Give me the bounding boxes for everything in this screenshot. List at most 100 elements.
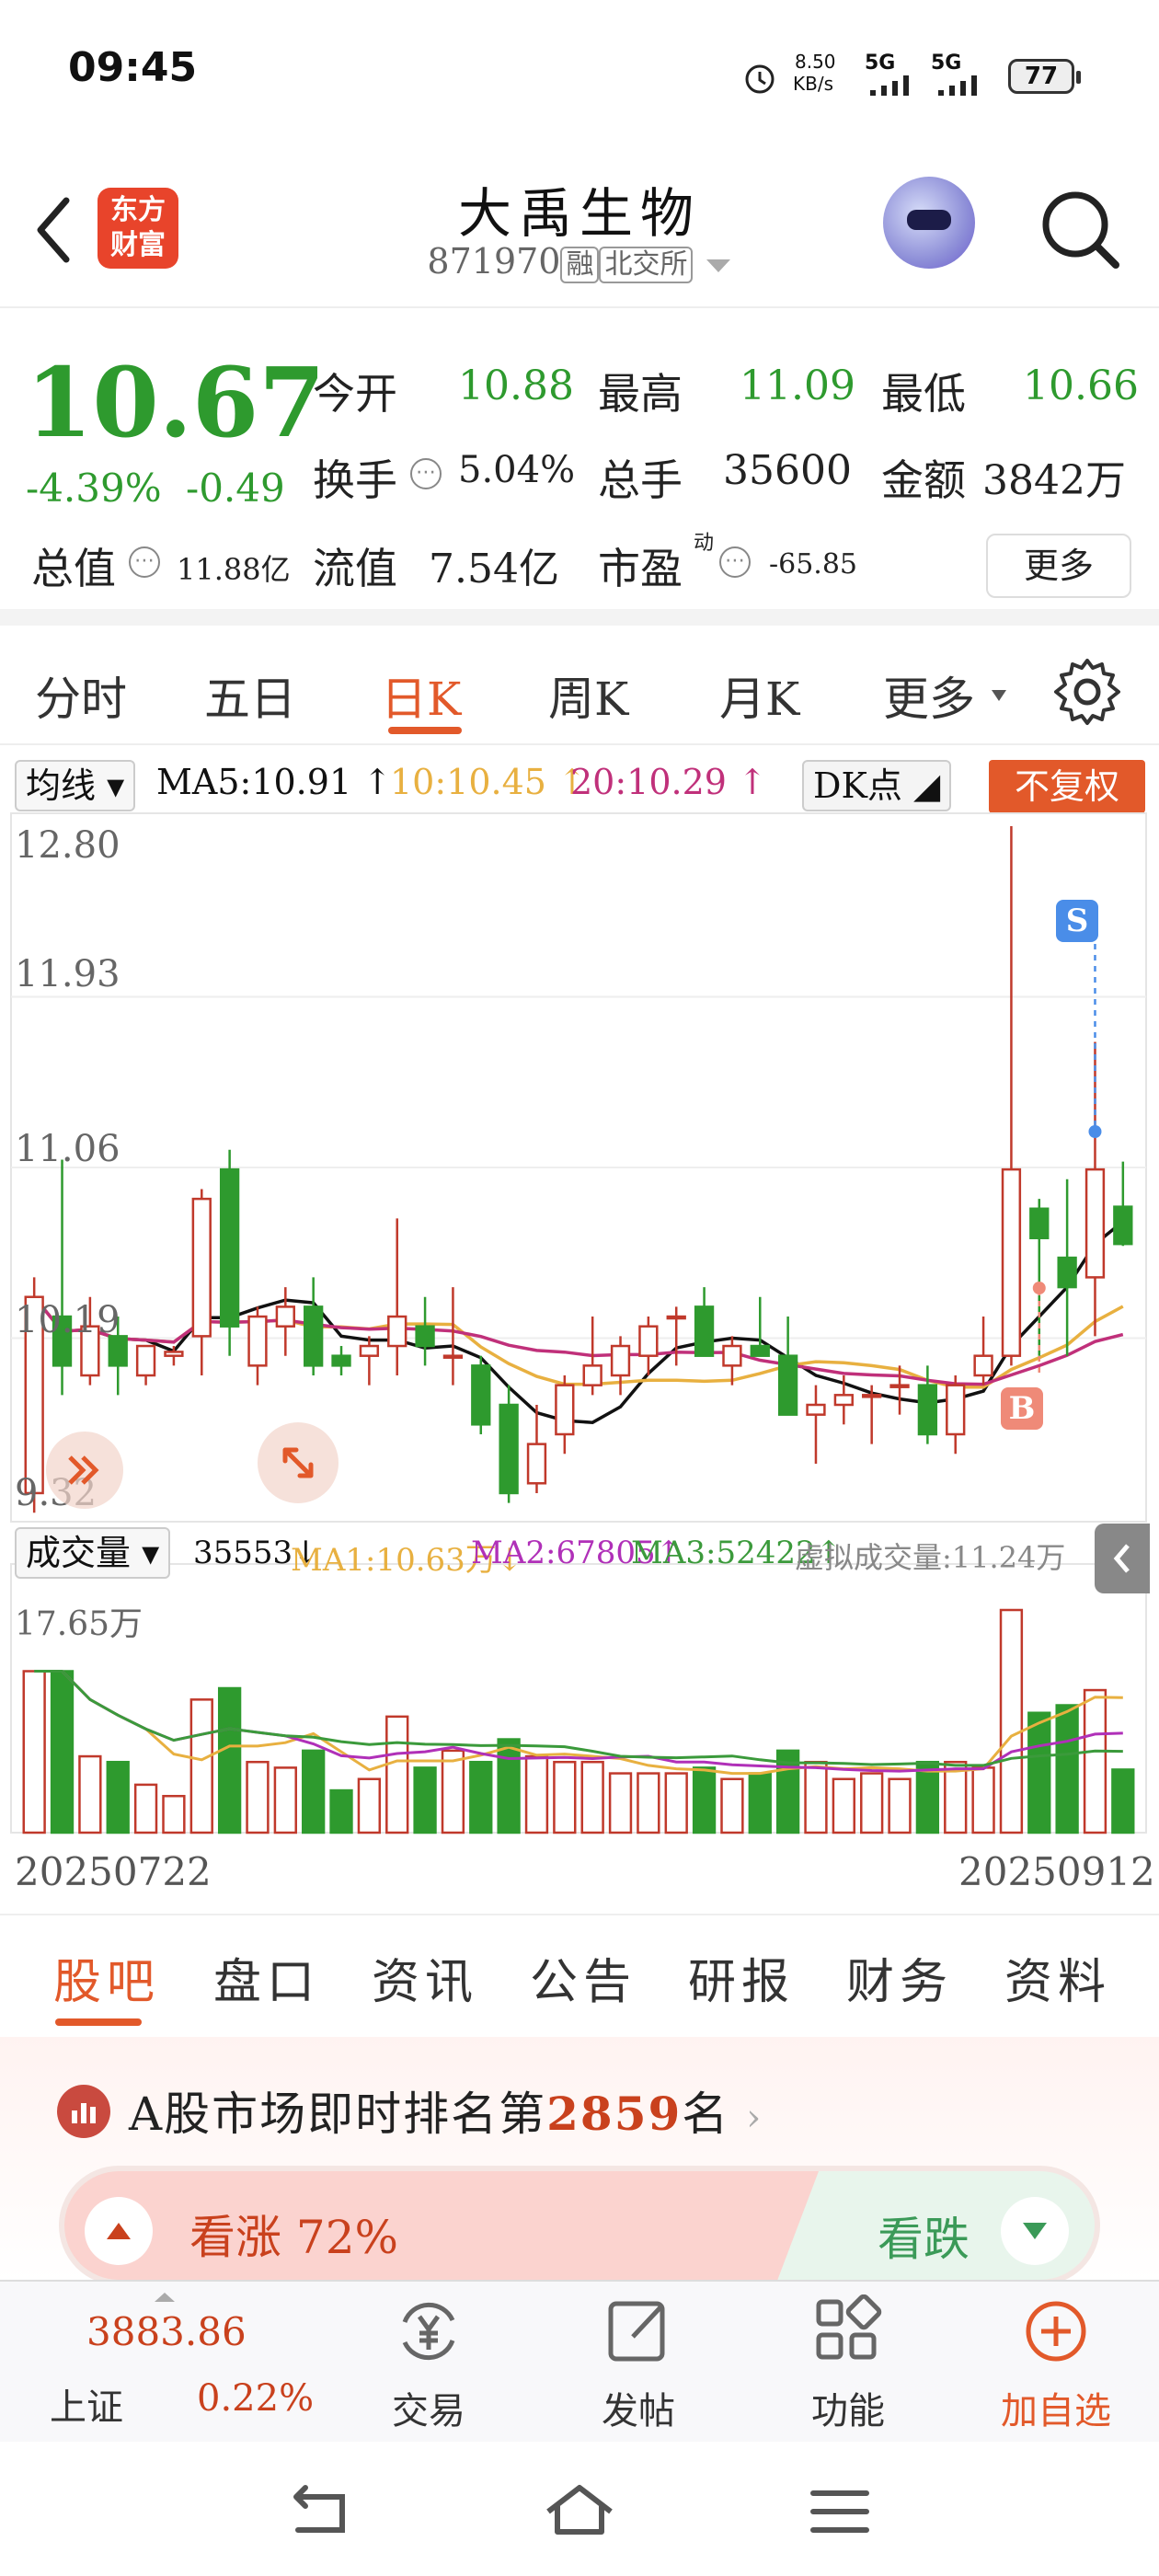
battery-indicator: 77	[1008, 59, 1081, 94]
volume-bar	[217, 1686, 242, 1834]
expand-left-button[interactable]	[46, 1432, 123, 1509]
info-icon[interactable]: ⋯	[719, 546, 751, 578]
mktcap-label: 总值	[31, 544, 116, 593]
volume-bar	[273, 1766, 297, 1834]
tab-announcements[interactable]: 公告	[530, 1943, 637, 2012]
volume-bar	[580, 1760, 604, 1834]
candle-body	[1084, 1167, 1106, 1279]
alarm-icon	[745, 64, 775, 94]
stock-name: 大禹生物	[457, 182, 701, 245]
buy-signal[interactable]: B	[1001, 1387, 1043, 1430]
expand-arrows-icon	[282, 1447, 314, 1478]
tab-more[interactable]: 更多	[883, 662, 975, 729]
tab-news[interactable]: 资讯	[372, 1943, 478, 2012]
price-axis-label: 10.19	[15, 1299, 120, 1341]
tab-orderbook[interactable]: 盘口	[213, 1943, 320, 2012]
volume-selector[interactable]: 成交量 ▾	[15, 1527, 171, 1579]
float-value: 7.54亿	[429, 546, 559, 592]
no-adjust-button[interactable]: 不复权	[989, 760, 1145, 813]
search-icon[interactable]	[1035, 184, 1127, 276]
volume-bar	[469, 1760, 493, 1834]
back-nav-icon[interactable]	[285, 2480, 359, 2545]
home-nav-icon[interactable]	[543, 2478, 616, 2545]
volume-bar	[1111, 1768, 1135, 1834]
change-percent: -4.39%	[26, 466, 162, 511]
dropdown-triangle-icon	[706, 259, 730, 272]
open-label: 今开	[313, 369, 397, 419]
chevron-left-icon	[1113, 1544, 1130, 1573]
tab-financials[interactable]: 财务	[846, 1943, 953, 2012]
volume-bar	[999, 1608, 1024, 1834]
volume-bar	[664, 1772, 688, 1834]
tab-weekly-k[interactable]: 周K	[548, 662, 628, 729]
dk-point-selector[interactable]: DK点 ◢	[802, 760, 952, 811]
sentiment-vote-bar: 看涨 72% 看跌	[59, 2166, 1100, 2285]
gear-icon[interactable]	[1050, 655, 1124, 729]
triangle-up-icon	[107, 2223, 131, 2239]
stock-code-row[interactable]: 871970 融北交所	[0, 241, 1159, 283]
ranking-icon	[57, 2085, 110, 2138]
tab-monthly-k[interactable]: 月K	[719, 662, 799, 729]
candle-body	[889, 1384, 910, 1388]
more-button[interactable]: 更多	[986, 534, 1131, 598]
price-axis-label: 12.80	[15, 824, 120, 867]
candle-body	[638, 1325, 659, 1357]
signal-bars-icon	[870, 75, 909, 96]
ma-selector[interactable]: 均线 ▾	[15, 760, 136, 811]
add-watchlist-button[interactable]: 加自选	[964, 2282, 1148, 2444]
candle-body	[833, 1394, 854, 1407]
tab-five-day[interactable]: 五日	[204, 662, 296, 729]
kline-chart[interactable]	[0, 810, 1159, 1840]
menu-nav-icon[interactable]	[808, 2484, 872, 2539]
candle-body	[219, 1167, 240, 1328]
candle-body	[191, 1197, 212, 1338]
dropdown-triangle-icon	[992, 690, 1006, 701]
tab-daily-k[interactable]: 日K	[381, 662, 461, 729]
tab-forum[interactable]: 股吧	[53, 1943, 160, 2012]
info-icon[interactable]: ⋯	[129, 546, 160, 578]
volume-bar	[1055, 1704, 1079, 1834]
turnover-value: 5.04%	[458, 449, 576, 491]
yen-exchange-icon	[402, 2302, 455, 2361]
ranking-panel: A股市场即时排名第2859名 › 看涨 72% 看跌	[0, 2037, 1159, 2285]
bullish-button[interactable]	[85, 2197, 153, 2265]
post-button[interactable]: 发帖	[546, 2282, 730, 2444]
start-date: 20250722	[15, 1849, 212, 1894]
collapse-panel-button[interactable]	[1095, 1524, 1150, 1593]
plus-circle-icon	[1026, 2301, 1086, 2362]
candle-body	[862, 1394, 882, 1398]
bearish-button[interactable]	[1001, 2197, 1069, 2265]
candle-body	[946, 1384, 966, 1436]
bar-chart-icon	[72, 2103, 96, 2123]
candle-body	[917, 1384, 938, 1436]
ranking-text[interactable]: A股市场即时排名第2859名 ›	[129, 2077, 763, 2144]
sell-signal[interactable]: S	[1056, 900, 1098, 942]
amount-value: 3842万	[982, 457, 1126, 504]
bearish-label: 看跌	[878, 2213, 970, 2266]
candle-body	[722, 1344, 742, 1367]
bullish-section[interactable]	[64, 2171, 819, 2280]
grid-apps-icon	[816, 2294, 882, 2360]
assistant-avatar[interactable]	[883, 177, 975, 269]
volume-bar	[860, 1772, 884, 1834]
volume-value: 35600	[723, 447, 852, 494]
candle-body	[555, 1384, 575, 1436]
volume-bar	[971, 1766, 995, 1834]
volume-bar	[385, 1715, 409, 1834]
volume-bar	[357, 1777, 382, 1834]
fullscreen-button[interactable]	[258, 1422, 339, 1503]
volume-bar	[189, 1698, 213, 1834]
function-button[interactable]: 功能	[756, 2282, 940, 2444]
candle-body	[1029, 1207, 1050, 1240]
trade-button[interactable]: 交易	[337, 2282, 521, 2444]
tab-research[interactable]: 研报	[688, 1943, 795, 2012]
bullish-label: 看涨 72%	[189, 2211, 399, 2264]
info-icon[interactable]: ⋯	[410, 458, 442, 489]
volume-bar	[329, 1788, 353, 1834]
tab-intraday[interactable]: 分时	[35, 662, 127, 729]
chart-grid	[10, 812, 1147, 1834]
index-ticker[interactable]: 3883.86 上证 0.22%	[50, 2282, 314, 2444]
volume-bar	[692, 1766, 717, 1834]
active-tab-indicator	[55, 2018, 142, 2026]
tab-profile[interactable]: 资料	[1004, 1943, 1111, 2012]
